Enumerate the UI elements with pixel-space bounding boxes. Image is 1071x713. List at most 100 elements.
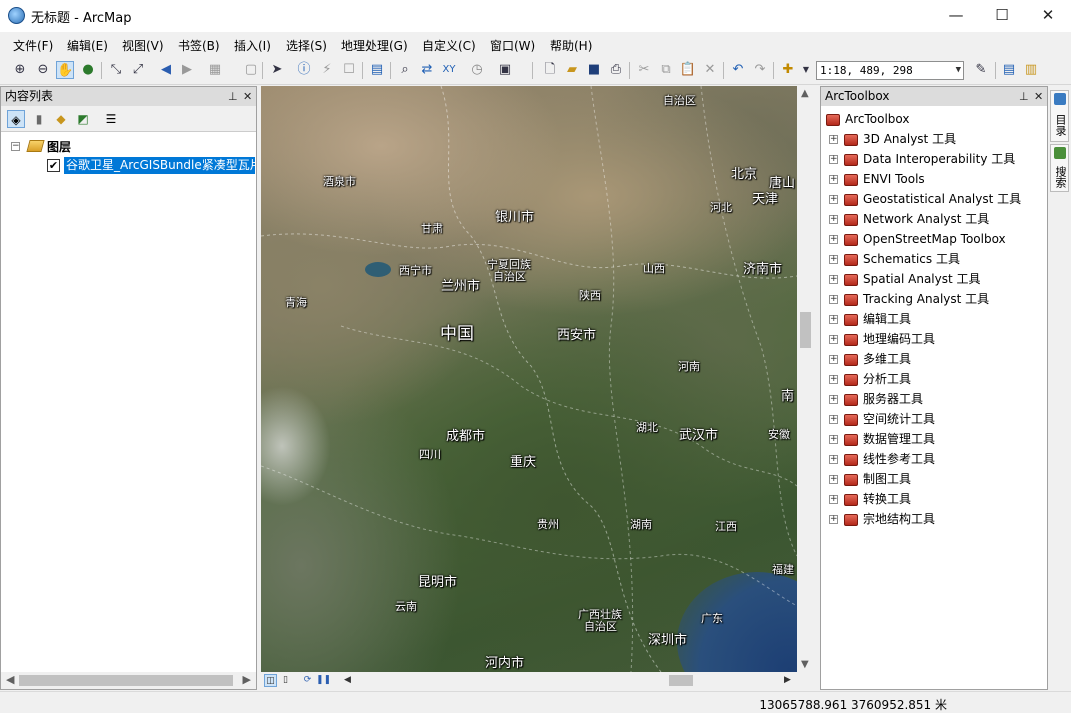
tree-expand-icon[interactable]: + xyxy=(829,155,838,164)
tree-expand-icon[interactable]: + xyxy=(829,275,838,284)
menu-windows[interactable]: 窗口(W) xyxy=(490,37,535,54)
find-binoculars-icon[interactable]: ⌕ xyxy=(396,61,414,79)
tree-collapse-icon[interactable]: − xyxy=(11,142,20,151)
tree-expand-icon[interactable]: + xyxy=(829,475,838,484)
layer-name-selected[interactable]: 谷歌卫星_ArcGISBundle紧凑型瓦片 xyxy=(64,157,255,174)
menu-edit[interactable]: 编辑(E) xyxy=(67,37,108,54)
layout-view-icon[interactable]: ▯ xyxy=(279,674,292,687)
identify-icon[interactable]: ⓘ xyxy=(295,61,313,79)
time-slider-icon[interactable]: ◷ xyxy=(468,61,486,79)
tree-expand-icon[interactable]: + xyxy=(829,395,838,404)
arctoolbox-root[interactable]: ArcToolbox xyxy=(826,110,909,128)
table-of-contents-icon[interactable]: ▤ xyxy=(1000,61,1018,79)
arctoolbox-item[interactable]: + 线性参考工具 xyxy=(829,450,935,470)
tree-expand-icon[interactable]: + xyxy=(829,335,838,344)
tree-expand-icon[interactable]: + xyxy=(829,135,838,144)
arctoolbox-item[interactable]: + 编辑工具 xyxy=(829,310,911,330)
refresh-icon[interactable]: ⟳ xyxy=(301,674,314,687)
pin-icon[interactable]: ⊥ xyxy=(228,88,238,106)
options-icon[interactable]: ☰ xyxy=(102,110,120,128)
clear-selection-icon[interactable]: ▢ xyxy=(242,61,260,79)
add-data-dropdown-icon[interactable]: ▼ xyxy=(797,61,815,79)
fixed-zoom-out-icon[interactable]: ⤢ xyxy=(129,61,147,79)
tree-expand-icon[interactable]: + xyxy=(829,175,838,184)
redo-icon[interactable]: ↷ xyxy=(751,61,769,79)
tree-expand-icon[interactable]: + xyxy=(829,235,838,244)
undo-icon[interactable]: ↶ xyxy=(729,61,747,79)
find-route-icon[interactable]: ⇄ xyxy=(418,61,436,79)
new-document-icon[interactable]: 🗋 xyxy=(541,61,559,79)
arctoolbox-item[interactable]: + 数据管理工具 xyxy=(829,430,935,450)
minimize-button[interactable]: — xyxy=(933,0,979,32)
arctoolbox-item[interactable]: + 多维工具 xyxy=(829,350,911,370)
scroll-left-icon[interactable]: ◀ xyxy=(341,674,354,687)
chevron-down-icon[interactable]: ▼ xyxy=(956,62,961,79)
arctoolbox-item[interactable]: + Network Analyst 工具 xyxy=(829,210,989,230)
forward-arrow-icon[interactable]: ▶ xyxy=(178,61,196,79)
tree-expand-icon[interactable]: + xyxy=(829,295,838,304)
arctoolbox-item[interactable]: + Schematics 工具 xyxy=(829,250,960,270)
arctoolbox-item[interactable]: + 分析工具 xyxy=(829,370,911,390)
data-view-icon[interactable]: ◫ xyxy=(264,674,277,687)
go-to-xy-icon[interactable]: XY xyxy=(440,61,458,79)
menu-customize[interactable]: 自定义(C) xyxy=(422,37,476,54)
close-panel-icon[interactable]: ✕ xyxy=(243,88,252,106)
full-extent-globe-icon[interactable]: ● xyxy=(79,61,97,79)
map-vertical-scrollbar[interactable]: ▲ ▼ xyxy=(797,86,814,672)
arctoolbox-item[interactable]: + Data Interoperability 工具 xyxy=(829,150,1015,170)
arctoolbox-item[interactable]: + 转换工具 xyxy=(829,490,911,510)
delete-icon[interactable]: ✕ xyxy=(701,61,719,79)
scroll-right-icon[interactable]: ▶ xyxy=(781,674,794,687)
tree-expand-icon[interactable]: + xyxy=(829,315,838,324)
scroll-up-icon[interactable]: ▲ xyxy=(801,88,809,99)
tree-expand-icon[interactable]: + xyxy=(829,215,838,224)
paste-icon[interactable]: 📋 xyxy=(679,61,697,79)
pin-icon[interactable]: ⊥ xyxy=(1019,88,1029,106)
zoom-out-icon[interactable]: ⊖ xyxy=(34,61,52,79)
arctoolbox-item[interactable]: + Spatial Analyst 工具 xyxy=(829,270,981,290)
toc-horizontal-scrollbar[interactable]: ◀ ▶ xyxy=(1,672,256,689)
arctoolbox-item[interactable]: + 服务器工具 xyxy=(829,390,923,410)
pan-hand-icon[interactable]: ✋ xyxy=(56,61,74,79)
tree-expand-icon[interactable]: + xyxy=(829,355,838,364)
create-viewer-window-icon[interactable]: ▣ xyxy=(496,61,514,79)
map-scale-input[interactable]: 1:18, 489, 298 ▼ xyxy=(816,61,964,80)
tree-expand-icon[interactable]: + xyxy=(829,195,838,204)
tree-expand-icon[interactable]: + xyxy=(829,255,838,264)
copy-icon[interactable]: ⧉ xyxy=(657,61,675,79)
menu-selection[interactable]: 选择(S) xyxy=(286,37,327,54)
save-icon[interactable]: ■ xyxy=(585,61,603,79)
tab-catalog[interactable]: 目录 xyxy=(1050,90,1069,142)
close-button[interactable]: ✕ xyxy=(1025,0,1071,32)
scroll-right-icon[interactable]: ▶ xyxy=(243,673,251,686)
arctoolbox-item[interactable]: +3D Analyst 工具 xyxy=(829,130,956,150)
tree-expand-icon[interactable]: + xyxy=(829,515,838,524)
layers-root-label[interactable]: 图层 xyxy=(47,138,71,155)
catalog-window-icon[interactable]: ▥ xyxy=(1022,61,1040,79)
menu-insert[interactable]: 插入(I) xyxy=(234,37,271,54)
menu-geoprocessing[interactable]: 地理处理(G) xyxy=(341,37,408,54)
print-icon[interactable]: ⎙ xyxy=(607,61,625,79)
arctoolbox-item[interactable]: + 地理编码工具 xyxy=(829,330,935,350)
scroll-thumb[interactable] xyxy=(669,675,693,686)
hyperlink-icon[interactable]: ⚡ xyxy=(318,61,336,79)
measure-icon[interactable]: ▤ xyxy=(368,61,386,79)
close-panel-icon[interactable]: ✕ xyxy=(1034,88,1043,106)
html-popup-icon[interactable]: ☐ xyxy=(340,61,358,79)
layer-visibility-checkbox[interactable]: ✔ xyxy=(47,159,60,172)
select-features-icon[interactable]: ▦ xyxy=(206,61,224,79)
arctoolbox-item[interactable]: + Tracking Analyst 工具 xyxy=(829,290,989,310)
editor-toolbar-icon[interactable]: ✎ xyxy=(972,61,990,79)
tab-search[interactable]: 搜索 xyxy=(1050,144,1069,192)
scroll-left-icon[interactable]: ◀ xyxy=(6,673,14,686)
list-by-drawing-order-icon[interactable]: ◈ xyxy=(7,110,25,128)
arctoolbox-item[interactable]: + OpenStreetMap Toolbox xyxy=(829,230,1006,250)
pause-drawing-icon[interactable]: ❚❚ xyxy=(316,674,331,687)
back-arrow-icon[interactable]: ◀ xyxy=(157,61,175,79)
cut-icon[interactable]: ✂ xyxy=(635,61,653,79)
menu-bookmarks[interactable]: 书签(B) xyxy=(178,37,220,54)
maximize-button[interactable]: ☐ xyxy=(979,0,1025,32)
tree-expand-icon[interactable]: + xyxy=(829,455,838,464)
open-folder-icon[interactable]: ▰ xyxy=(563,61,581,79)
add-data-icon[interactable]: ✚ xyxy=(779,61,797,79)
